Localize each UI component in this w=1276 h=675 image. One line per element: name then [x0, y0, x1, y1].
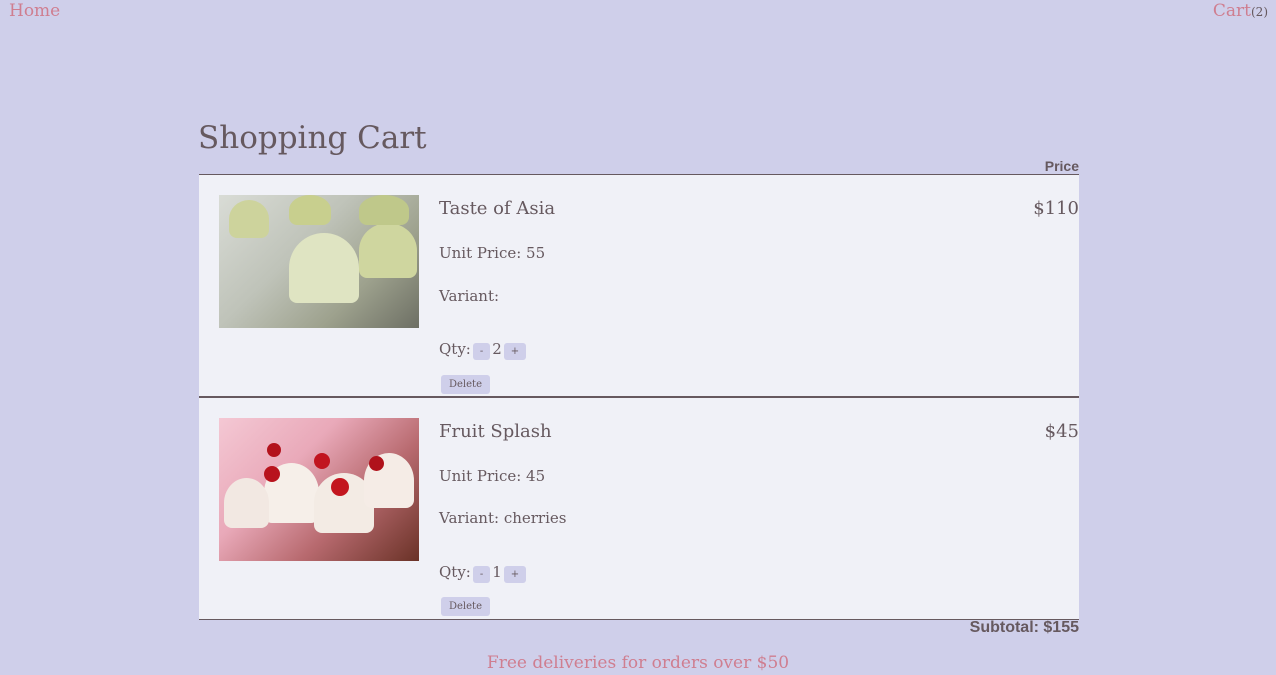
product-image-matcha-cupcakes [219, 195, 419, 328]
quantity-control: Qty: - 2 + [439, 340, 528, 360]
item-name[interactable]: Taste of Asia [439, 198, 555, 219]
product-image-cherry-cupcakes [219, 418, 419, 561]
page-title: Shopping Cart [198, 120, 427, 156]
item-variant: Variant: [439, 287, 500, 305]
item-price: $110 [1033, 198, 1079, 219]
increase-qty-button[interactable]: + [503, 342, 527, 360]
qty-label: Qty: [439, 340, 471, 358]
item-unit-price: Unit Price: 45 [439, 467, 546, 485]
cart-link[interactable]: Cart(2) [1213, 1, 1268, 21]
item-name[interactable]: Fruit Splash [439, 421, 552, 442]
cart-row: Taste of Asia $110 Unit Price: 55 Varian… [199, 175, 1079, 398]
home-link[interactable]: Home [9, 1, 60, 21]
decrease-qty-button[interactable]: - [472, 342, 491, 360]
cart-link-label: Cart [1212, 1, 1251, 21]
qty-label: Qty: [439, 563, 471, 581]
item-variant: Variant: cherries [439, 509, 567, 527]
increase-qty-button[interactable]: + [503, 565, 527, 583]
cart-table: Taste of Asia $110 Unit Price: 55 Varian… [199, 174, 1079, 620]
cart-row: Fruit Splash $45 Unit Price: 45 Variant:… [199, 398, 1079, 620]
price-column-header: Price [1044, 158, 1079, 174]
qty-value: 1 [492, 563, 502, 581]
qty-value: 2 [492, 340, 502, 358]
free-delivery-notice: Free deliveries for orders over $50 [486, 653, 790, 673]
subtotal: Subtotal: $155 [969, 619, 1079, 636]
quantity-control: Qty: - 1 + [439, 563, 528, 583]
delete-button[interactable]: Delete [441, 375, 490, 394]
item-unit-price: Unit Price: 55 [439, 244, 546, 262]
item-price: $45 [1044, 421, 1079, 442]
delete-button[interactable]: Delete [441, 597, 490, 616]
cart-count-badge: (2) [1251, 5, 1268, 19]
decrease-qty-button[interactable]: - [472, 565, 491, 583]
